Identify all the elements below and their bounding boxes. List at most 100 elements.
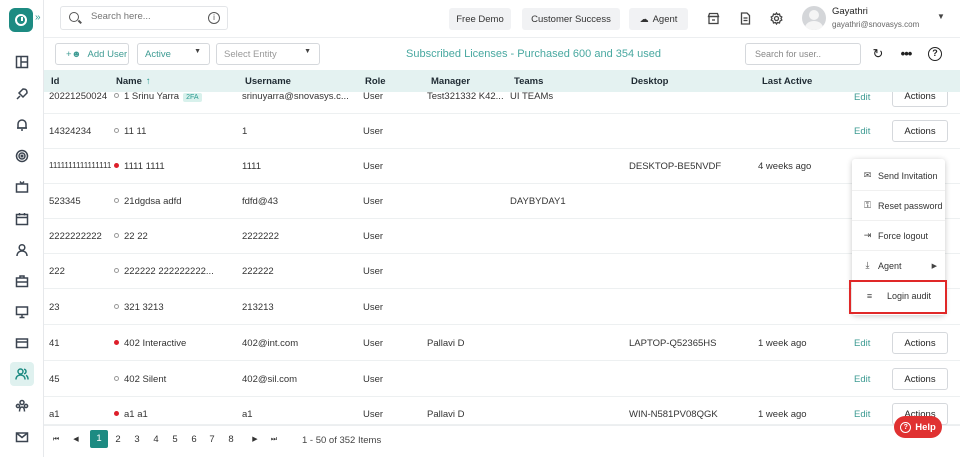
mail-icon[interactable] — [10, 425, 34, 449]
first-page-icon[interactable]: ⏮ — [51, 432, 61, 448]
edit-link[interactable]: Edit — [854, 338, 870, 349]
actions-button[interactable]: Actions — [892, 120, 948, 142]
table-row[interactable]: 222 222222 222222222... 222222 User — [44, 254, 960, 289]
calendar-icon[interactable] — [10, 207, 34, 231]
status-filter-select[interactable]: Active ▼ — [137, 43, 210, 65]
column-header-manager[interactable]: Manager — [431, 76, 470, 87]
page-6-button[interactable]: 6 — [189, 432, 199, 448]
column-header-role[interactable]: Role — [365, 76, 386, 87]
avatar[interactable] — [802, 6, 826, 30]
search-input[interactable] — [91, 11, 201, 22]
cell-role: User — [363, 161, 384, 172]
menu-item-send-invitation[interactable]: ✉ Send Invitation — [852, 161, 945, 191]
offline-status-dot — [114, 267, 119, 273]
cell-name-text: 402 Interactive — [124, 338, 187, 349]
entity-select[interactable]: Select Entity ▼ — [216, 43, 320, 65]
chevron-down-icon[interactable]: ▼ — [937, 12, 945, 21]
chevron-down-icon: ▼ — [194, 48, 201, 55]
table-row[interactable]: 2222222222 22 22 2222222 User — [44, 219, 960, 254]
offline-status-dot — [114, 127, 119, 133]
column-header-id[interactable]: Id — [51, 76, 59, 87]
edit-link[interactable]: Edit — [854, 126, 870, 137]
expand-sidebar-icon[interactable]: » — [35, 12, 41, 23]
table-row[interactable]: 45 402 Silent 402@sil.com User Edit Acti… — [44, 362, 960, 397]
page-7-button[interactable]: 7 — [207, 432, 217, 448]
cell-id: 2222222222 — [49, 231, 102, 242]
help-circle-icon[interactable]: ? — [928, 47, 942, 61]
target-icon[interactable] — [10, 144, 34, 168]
table-row[interactable]: 23 321 3213 213213 User — [44, 290, 960, 325]
agent-button[interactable]: ☁ Agent — [629, 8, 688, 30]
monitor-icon[interactable] — [10, 300, 34, 324]
add-user-label: Add User — [87, 48, 128, 60]
table-row[interactable]: 20221250024 1 Srinu Yarra 2FA srinuyarra@… — [44, 92, 960, 114]
edit-link[interactable]: Edit — [854, 374, 870, 385]
more-options-icon[interactable]: ••• — [899, 47, 913, 61]
cell-id: 20221250024 — [49, 92, 108, 102]
global-search[interactable]: i — [60, 6, 228, 30]
envelope-icon: ✉ — [863, 170, 872, 180]
document-icon[interactable] — [737, 10, 753, 26]
tv-icon[interactable] — [10, 175, 34, 199]
page-4-button[interactable]: 4 — [151, 432, 161, 448]
free-demo-button[interactable]: Free Demo — [449, 8, 511, 30]
column-header-last-active[interactable]: Last Active — [762, 76, 812, 87]
edit-link[interactable]: Edit — [854, 92, 870, 103]
add-user-button[interactable]: +☻ Add User — [55, 43, 129, 65]
cell-username: srinuyarra@snovasys.c... — [242, 92, 349, 102]
table-row[interactable]: a1 a1 a1 a1 User Pallavi D WIN-N581PV08Q… — [44, 397, 960, 425]
left-rail: » — [0, 0, 44, 457]
cell-id: 14324234 — [49, 126, 92, 137]
help-button[interactable]: ? Help — [894, 416, 942, 438]
menu-item-agent[interactable]: ⤓ Agent ▶ — [852, 251, 945, 281]
user-search-input[interactable]: Search for user.. — [745, 43, 861, 65]
cell-name: 1111 1111 — [114, 161, 165, 172]
customer-success-button[interactable]: Customer Success — [522, 8, 620, 30]
menu-item-reset-password[interactable]: ⚿ Reset password — [852, 191, 945, 221]
rocket-icon[interactable] — [10, 82, 34, 106]
table-row[interactable]: 41 402 Interactive 402@int.com User Pall… — [44, 326, 960, 361]
clock-icon — [15, 14, 27, 26]
team-icon[interactable] — [10, 394, 34, 418]
cell-role: User — [363, 374, 384, 385]
page-2-button[interactable]: 2 — [113, 432, 123, 448]
column-header-teams[interactable]: Teams — [514, 76, 543, 87]
cell-name-text: 22 22 — [124, 231, 148, 242]
users-icon[interactable] — [10, 362, 34, 386]
actions-button[interactable]: Actions — [892, 368, 948, 390]
actions-button[interactable]: Actions — [892, 92, 948, 107]
table-row[interactable]: 14324234 11 11 1 User Edit Actions — [44, 114, 960, 149]
info-icon[interactable]: i — [208, 12, 220, 24]
page-1-button[interactable]: 1 — [90, 430, 108, 448]
column-header-name[interactable]: Name ↑ — [116, 76, 151, 87]
page-8-button[interactable]: 8 — [226, 432, 236, 448]
key-icon: ⚿ — [864, 200, 871, 210]
table-row[interactable]: 1111111111111111 1111 1111 1111 User DES… — [44, 149, 960, 184]
column-header-desktop[interactable]: Desktop — [631, 76, 668, 87]
offline-status-dot — [114, 232, 119, 238]
cell-name: 402 Interactive — [114, 338, 186, 349]
actions-button[interactable]: Actions — [892, 332, 948, 354]
user-icon[interactable] — [10, 238, 34, 262]
page-5-button[interactable]: 5 — [170, 432, 180, 448]
twofa-badge: 2FA — [183, 93, 202, 102]
column-header-username[interactable]: Username — [245, 76, 291, 87]
cell-username: 1111 — [242, 161, 262, 172]
menu-item-force-logout[interactable]: ⇥ Force logout — [852, 221, 945, 251]
store-icon[interactable] — [705, 10, 721, 26]
bell-icon[interactable] — [10, 113, 34, 137]
table-row[interactable]: 523345 21dgdsa adfd fdfd@43 User DAYBYDA… — [44, 184, 960, 219]
card-icon[interactable] — [10, 331, 34, 355]
last-page-icon[interactable]: ⏭ — [268, 432, 280, 448]
cell-name-text: 402 Silent — [124, 374, 167, 385]
settings-gear-icon[interactable] — [768, 10, 784, 26]
prev-page-icon[interactable]: ◀ — [71, 432, 81, 448]
edit-link[interactable]: Edit — [854, 409, 870, 420]
next-page-icon[interactable]: ▶ — [250, 432, 260, 448]
user-email: gayathri@snovasys.com — [832, 20, 920, 29]
dashboard-icon[interactable] — [10, 50, 34, 74]
briefcase-icon[interactable] — [10, 269, 34, 293]
page-3-button[interactable]: 3 — [132, 432, 142, 448]
app-logo[interactable] — [9, 8, 33, 32]
refresh-icon[interactable]: ↻ — [871, 47, 885, 61]
